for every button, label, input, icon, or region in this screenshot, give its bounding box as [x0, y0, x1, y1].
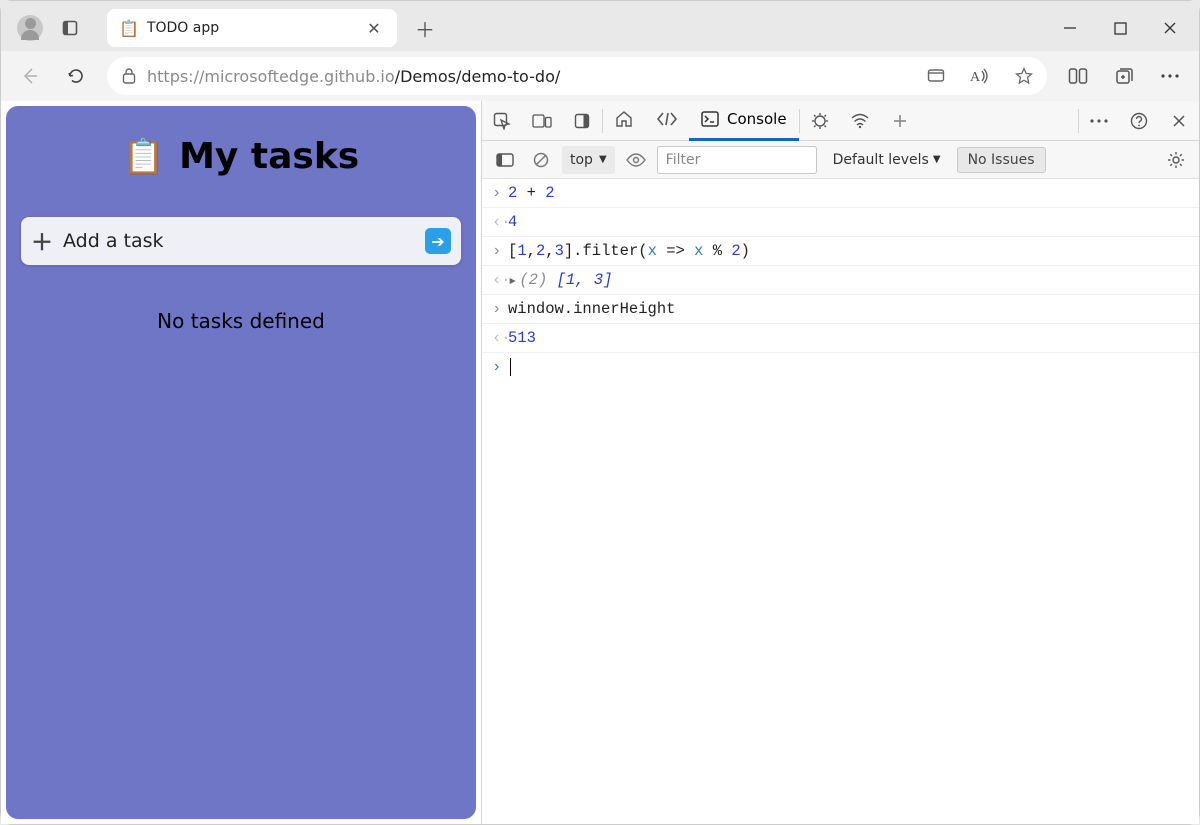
console-input-row: › window.innerHeight	[482, 295, 1199, 324]
clear-console-icon[interactable]	[526, 146, 556, 174]
plus-icon: ＋	[31, 225, 53, 257]
svg-text:A: A	[970, 70, 981, 85]
more-tabs-icon[interactable]	[880, 101, 920, 141]
read-aloud-icon[interactable]: A	[963, 61, 997, 91]
console-output-row: ‹· ▸(2) [1, 3]	[482, 266, 1199, 295]
clipboard-icon: 📋	[123, 137, 165, 177]
dock-side-icon[interactable]	[562, 101, 602, 141]
empty-state-text: No tasks defined	[157, 309, 325, 333]
help-icon[interactable]	[1119, 101, 1159, 141]
browser-tab[interactable]: 📋 TODO app ✕	[107, 9, 397, 47]
window-close-button[interactable]	[1145, 8, 1195, 48]
address-bar-row: https://microsoftedge.github.io/Demos/de…	[1, 51, 1199, 101]
devtools-panel: Console top▼ Filter	[481, 101, 1199, 824]
submit-task-button[interactable]: ➔	[425, 228, 451, 254]
collections-button[interactable]	[1103, 55, 1145, 97]
tab-elements[interactable]	[645, 101, 689, 141]
tab-console[interactable]: Console	[689, 101, 799, 141]
console-output-row: ‹· 4	[482, 208, 1199, 237]
new-tab-button[interactable]: ＋	[407, 10, 443, 46]
log-levels-dropdown[interactable]: Default levels▼	[823, 152, 951, 168]
favorite-icon[interactable]	[1007, 61, 1041, 91]
address-bar[interactable]: https://microsoftedge.github.io/Demos/de…	[107, 57, 1047, 95]
console-filter-input[interactable]: Filter	[657, 146, 817, 174]
profile-avatar[interactable]	[17, 15, 43, 41]
execution-context-dropdown[interactable]: top▼	[562, 146, 615, 174]
console-input-row: › [1,2,3].filter(x => x % 2)	[482, 237, 1199, 266]
tab-title: TODO app	[147, 20, 355, 36]
console-prompt[interactable]: ›	[482, 353, 1199, 381]
window-maximize-button[interactable]	[1095, 8, 1145, 48]
tab-close-icon[interactable]: ✕	[363, 19, 385, 38]
no-issues-badge[interactable]: No Issues	[957, 147, 1046, 173]
device-emulation-icon[interactable]	[522, 101, 562, 141]
devtools-close-icon[interactable]	[1159, 101, 1199, 141]
pwa-install-icon[interactable]	[919, 61, 953, 91]
console-icon	[701, 111, 719, 127]
site-info-icon[interactable]	[121, 67, 137, 85]
issues-icon[interactable]	[800, 101, 840, 141]
console-settings-icon[interactable]	[1161, 146, 1191, 174]
inspect-element-icon[interactable]	[482, 101, 522, 141]
add-task-placeholder: Add a task	[63, 230, 415, 252]
titlebar: 📋 TODO app ✕ ＋	[1, 1, 1199, 51]
console-output-row: ‹· 513	[482, 324, 1199, 353]
devtools-menu-icon[interactable]	[1079, 101, 1119, 141]
tab-welcome[interactable]	[603, 101, 645, 141]
console-input-row: › 2 + 2	[482, 179, 1199, 208]
tab-console-label: Console	[727, 110, 787, 128]
console-output[interactable]: › 2 + 2 ‹· 4 › [1,2,3].filter(x => x % 2…	[482, 179, 1199, 824]
nav-refresh-button[interactable]	[55, 55, 97, 97]
console-sidebar-toggle[interactable]	[490, 146, 520, 174]
tab-favicon: 📋	[119, 19, 139, 38]
console-toolbar: top▼ Filter Default levels▼ No Issues	[482, 141, 1199, 179]
url-text: https://microsoftedge.github.io/Demos/de…	[147, 67, 909, 86]
split-screen-button[interactable]	[1057, 55, 1099, 97]
nav-back-button[interactable]	[9, 55, 51, 97]
heading-text: My tasks	[179, 136, 359, 177]
elements-icon	[657, 111, 677, 127]
window-minimize-button[interactable]	[1045, 8, 1095, 48]
live-expression-icon[interactable]	[621, 146, 651, 174]
browser-menu-button[interactable]	[1149, 55, 1191, 97]
page-content: 📋 My tasks ＋ Add a task ➔ No tasks defin…	[6, 106, 476, 819]
home-icon	[615, 110, 633, 128]
devtools-tabstrip: Console	[482, 101, 1199, 141]
add-task-input[interactable]: ＋ Add a task ➔	[21, 217, 461, 265]
network-conditions-icon[interactable]	[840, 101, 880, 141]
page-heading: 📋 My tasks	[123, 136, 359, 177]
tab-actions-button[interactable]	[55, 12, 87, 44]
